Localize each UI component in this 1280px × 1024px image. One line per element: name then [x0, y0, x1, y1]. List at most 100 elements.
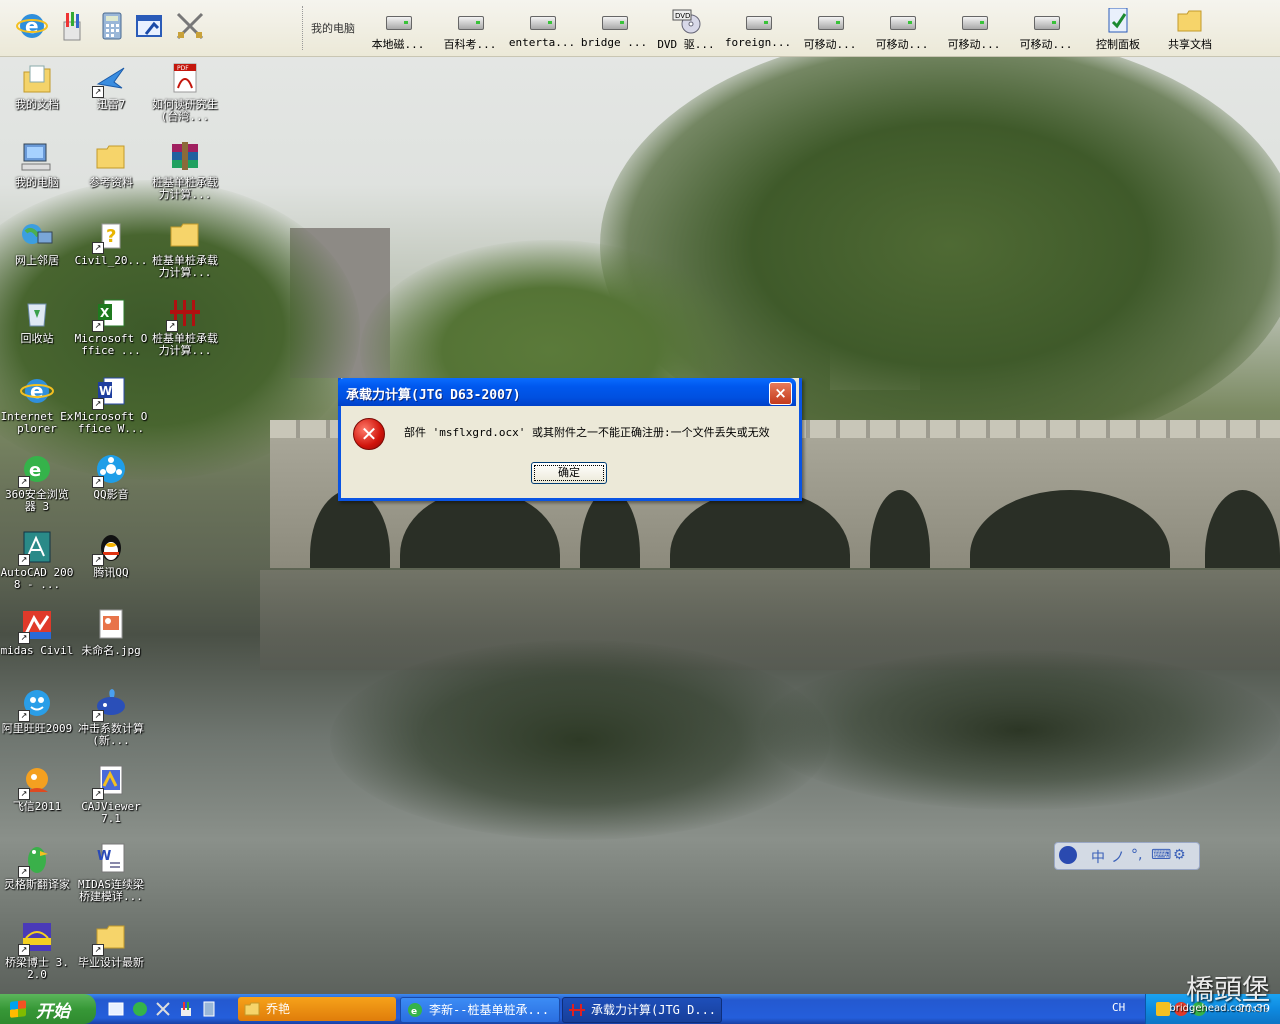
toolbar-item-removable-4[interactable]: 可移动... [1010, 6, 1082, 54]
desktop-icon-label: 我的文档 [15, 98, 59, 111]
toolbar-item-removable-3[interactable]: 可移动... [938, 6, 1010, 54]
toolbar-separator [302, 6, 305, 50]
desktop-icon-impact-factor[interactable]: ↗ 冲击系数计算(新... [74, 686, 148, 747]
browser-360-icon: e ↗ [18, 452, 54, 488]
desktop-icon-label: 冲击系数计算(新... [78, 722, 144, 747]
desktop-icon-cajviewer[interactable]: ↗ CAJViewer 7.1 [74, 764, 148, 825]
dialog-title-bar[interactable]: 承载力计算(JTG D63-2007) × [338, 378, 796, 406]
toolbar-item-removable-1[interactable]: 可移动... [794, 6, 866, 54]
crossed-swords-taskbar-icon[interactable] [155, 1001, 171, 1017]
word-icon: W ↗ [92, 374, 128, 410]
ime-keyboard-icon[interactable]: ⌨ [1151, 847, 1171, 863]
dialog-title: 承载力计算(JTG D63-2007) [346, 388, 521, 403]
svg-text:e: e [29, 460, 41, 481]
desktop-icon-ie[interactable]: e Internet Explorer [0, 374, 74, 435]
pencils-taskbar-icon[interactable] [178, 1001, 194, 1017]
ie-quicklaunch-icon[interactable]: e [16, 10, 48, 42]
desktop-icon-civil-help[interactable]: ? ↗ Civil_20... [74, 218, 148, 267]
ime-punctuation-icon[interactable]: °, [1131, 847, 1142, 863]
ime-status-bar[interactable]: 中 ノ °, ⌨ ⚙ [1054, 842, 1200, 870]
desktop-icon-excel[interactable]: X ↗ Microsoft Office ... [74, 296, 148, 357]
shortcut-arrow-icon: ↗ [92, 944, 104, 956]
hard-drive-icon [599, 8, 629, 32]
shortcut-arrow-icon: ↗ [92, 398, 104, 410]
my-computer-icon [20, 140, 54, 174]
shortcut-arrow-icon: ↗ [92, 710, 104, 722]
desktop-icon-pile-app[interactable]: ↗ 桩基单桩承载力计算... [148, 296, 222, 357]
desktop-icon-label: 如何读研究生(台湾... [152, 98, 218, 123]
toolbar-item-bridge[interactable]: bridge ... [578, 6, 650, 54]
desktop-icon-pile-rar[interactable]: 桩基单桩承载力计算... [148, 140, 222, 201]
removable-drive-icon [1031, 8, 1061, 32]
desktop-icon-autocad[interactable]: ↗ AutoCAD 2008 - ... [0, 530, 74, 591]
start-button[interactable]: 开始 [0, 994, 96, 1024]
desktop-icon-bridge-doctor[interactable]: ↗ 桥梁博士 3.2.0 [0, 920, 74, 981]
desktop-icon-lingoes[interactable]: ↗ 灵格斯翻译家 [0, 842, 74, 891]
desktop-icon-qq-player[interactable]: ↗ QQ影音 [74, 452, 148, 501]
desktop-icon-my-documents[interactable]: 我的文档 [0, 62, 74, 111]
network-icon [20, 218, 54, 252]
toolbar-item-foreign[interactable]: foreign... [722, 6, 794, 54]
desktop-icon-qq[interactable]: ↗ 腾讯QQ [74, 530, 148, 579]
dvd-drive-icon: DVD [671, 8, 701, 34]
cajviewer-icon: ↗ [92, 764, 128, 800]
shortcut-arrow-icon: ↗ [18, 944, 30, 956]
toolbar-item-shared-docs[interactable]: 共享文档 [1154, 6, 1226, 54]
toolbar-item-local-disk[interactable]: 本地磁... [362, 6, 434, 54]
desktop-icon-label: 网上邻居 [15, 254, 59, 267]
lingoes-parrot-icon: ↗ [18, 842, 54, 878]
desktop-icon-label: 桩基单桩承载力计算... [152, 176, 218, 201]
desktop-icon-label: 桥梁博士 3.2.0 [5, 956, 69, 981]
browser-360-taskbar-icon[interactable] [132, 1001, 148, 1017]
desktop-icon-aliwangwang[interactable]: ↗ 阿里旺旺2009 [0, 686, 74, 735]
desktop-icon-360-browser[interactable]: e ↗ 360安全浏览器 3 [0, 452, 74, 513]
desktop-icon-graduation-design[interactable]: ↗ 毕业设计最新 [74, 920, 148, 969]
desktop-icon-pdf[interactable]: PDF 如何读研究生(台湾... [148, 62, 222, 123]
show-desktop-taskbar-icon[interactable] [108, 1001, 124, 1017]
desktop-icon-midas-doc[interactable]: W MIDAS连续梁桥建模详... [74, 842, 148, 903]
ime-settings-icon[interactable]: ⚙ [1173, 847, 1186, 863]
toolbar-item-baike[interactable]: 百科考... [434, 6, 506, 54]
show-desktop-quicklaunch-icon[interactable] [134, 10, 166, 42]
svg-text:e: e [25, 14, 39, 38]
wallpaper-water-reflection [260, 570, 1280, 670]
error-icon: ✕ [353, 418, 385, 450]
control-panel-icon [1103, 7, 1133, 33]
whale-icon: ↗ [92, 686, 128, 722]
desktop-icon-recycle-bin[interactable]: 回收站 [0, 296, 74, 345]
pencils-quicklaunch-icon[interactable] [56, 10, 88, 42]
hard-drive-icon [455, 8, 485, 32]
bridge-arch [310, 490, 390, 568]
desktop-icon-label: Internet Explorer [0, 410, 74, 435]
task-button-folder[interactable]: 乔艳 [238, 997, 396, 1021]
calculator-taskbar-icon[interactable] [201, 1001, 217, 1017]
toolbar-item-entertainment[interactable]: enterta... [506, 6, 578, 54]
toolbar-item-control-panel[interactable]: 控制面板 [1082, 6, 1154, 54]
dialog-close-button[interactable]: × [769, 382, 792, 405]
toolbar-item-label: 百科考... [443, 38, 497, 51]
ime-chinese-mode[interactable]: 中 [1091, 847, 1105, 867]
language-indicator[interactable]: CH [1112, 1001, 1125, 1014]
task-button-pile-app[interactable]: 承载力计算(JTG D... [562, 997, 722, 1023]
desktop-icon-fetion[interactable]: ↗ 飞信2011 [0, 764, 74, 813]
desktop-icon-midas-civil[interactable]: ↗ midas Civil [0, 608, 74, 657]
ime-halfwidth-icon[interactable]: ノ [1111, 847, 1125, 867]
browser-360-icon: e [407, 1002, 423, 1018]
toolbar-item-removable-2[interactable]: 可移动... [866, 6, 938, 54]
ime-logo-icon[interactable] [1059, 846, 1077, 864]
calculator-quicklaunch-icon[interactable] [96, 10, 128, 42]
task-button-browser[interactable]: e 李新--桩基单桩承... [400, 997, 560, 1023]
desktop-icon-thunder[interactable]: ↗ 迅雷7 [74, 62, 148, 111]
desktop-icon-label: QQ影音 [93, 488, 129, 501]
toolbar-item-dvd[interactable]: DVD DVD 驱... [650, 6, 722, 54]
ok-button[interactable]: 确定 [531, 462, 607, 484]
desktop-icon-label: Microsoft Office ... [74, 332, 148, 357]
desktop-icon-word[interactable]: W ↗ Microsoft Office W... [74, 374, 148, 435]
crossed-swords-quicklaunch-icon[interactable] [174, 10, 206, 42]
desktop-icon-references[interactable]: 参考资料 [74, 140, 148, 189]
desktop-icon-unnamed-jpg[interactable]: 未命名.jpg [74, 608, 148, 657]
desktop-icon-pile-folder[interactable]: 桩基单桩承载力计算... [148, 218, 222, 279]
desktop-icon-network[interactable]: 网上邻居 [0, 218, 74, 267]
tray-icon[interactable] [1156, 1002, 1170, 1016]
desktop-icon-my-computer[interactable]: 我的电脑 [0, 140, 74, 189]
